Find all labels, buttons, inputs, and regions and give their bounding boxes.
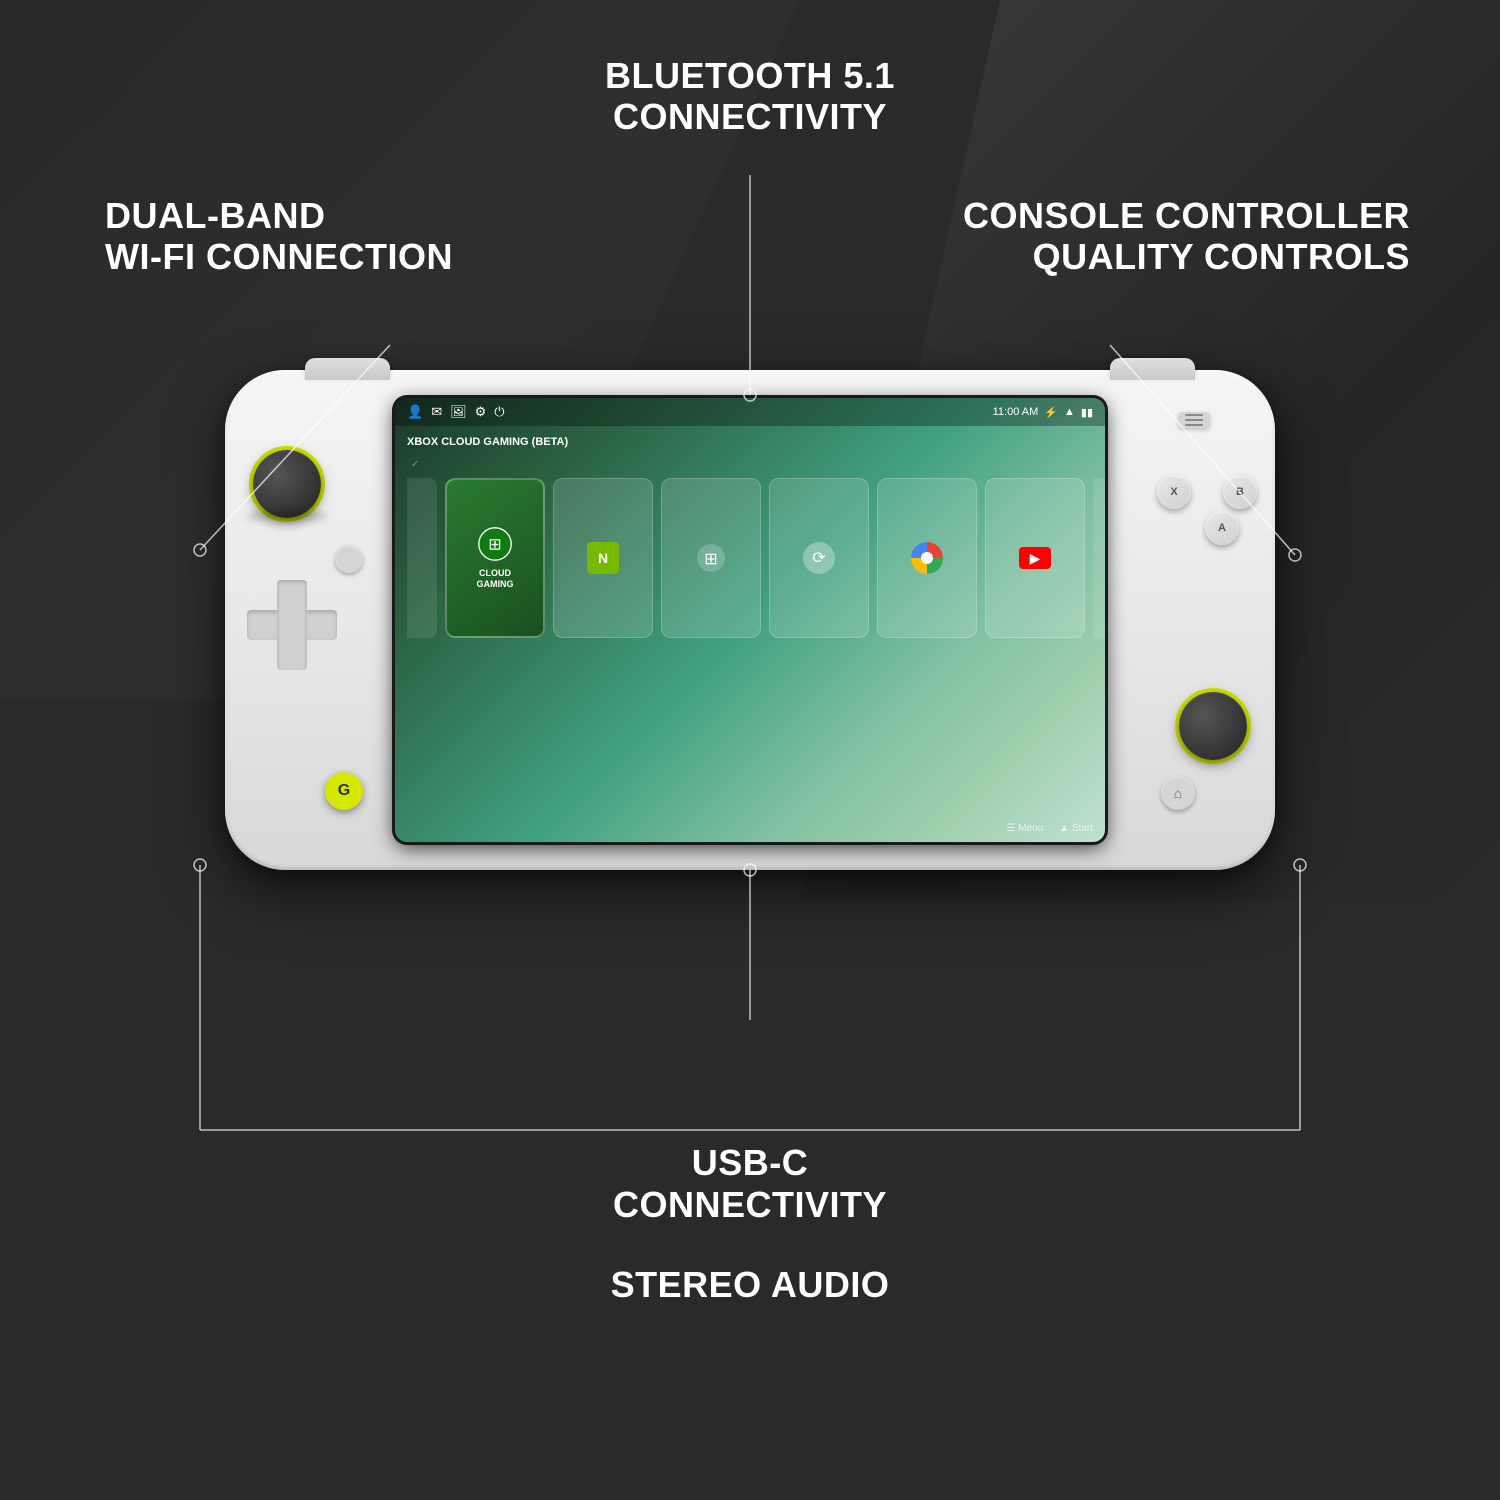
bluetooth-status-icon: ⚡	[1044, 406, 1058, 419]
mail-icon: ✉	[431, 404, 442, 420]
image-icon: 🖼	[450, 404, 467, 420]
battery-icon: ▮▮	[1081, 406, 1093, 419]
screen-bezel: 👤 ✉ 🖼 ⚙ ⏻ 11:00 AM ⚡ ▲ ▮▮ XBOX	[395, 398, 1105, 842]
app-area: XBOX CLOUD GAMING (BETA) ✓	[395, 426, 1105, 842]
bottom-action-bar: ☰ Menu ▲ Start	[1006, 823, 1093, 834]
status-bar: 👤 ✉ 🖼 ⚙ ⏻ 11:00 AM ⚡ ▲ ▮▮	[395, 398, 1105, 426]
label-stereo: STEREO AUDIO	[611, 1264, 890, 1305]
home-icon: ⌂	[1174, 785, 1182, 801]
abxy-cluster: X B A	[1157, 455, 1257, 555]
menu-action: ☰ Menu	[1006, 823, 1043, 834]
shoulder-button-left[interactable]	[305, 358, 390, 380]
nvidia-icon: N	[587, 542, 619, 574]
settings-icon: ⚙	[475, 404, 487, 420]
start-action: ▲ Start	[1059, 823, 1093, 834]
dpad[interactable]	[247, 580, 337, 670]
shoulder-button-right[interactable]	[1110, 358, 1195, 380]
youtube-icon: ▶	[1019, 547, 1051, 569]
xbox-icon: ⊞	[695, 542, 727, 574]
button-b[interactable]: B	[1223, 475, 1257, 509]
app-name-xbox-cloud: CLOUDGAMING	[477, 568, 514, 590]
label-bluetooth: BLUETOOTH 5.1 CONNECTIVITY	[605, 55, 895, 138]
dpad-vertical	[277, 580, 307, 670]
controller-body: G X B A ⌂	[225, 370, 1275, 870]
power-icon: ⏻	[494, 404, 504, 420]
app-tile-steam[interactable]: ⟳	[769, 478, 869, 638]
device: G X B A ⌂	[225, 370, 1275, 870]
steam-icon: ⟳	[803, 542, 835, 574]
status-icons-right: 11:00 AM ⚡ ▲ ▮▮	[993, 406, 1093, 419]
thumbstick-left[interactable]	[253, 450, 321, 518]
button-x[interactable]: X	[1157, 475, 1191, 509]
label-usbc: USB-C CONNECTIVITY	[613, 1142, 887, 1225]
app-tile-xbox[interactable]: ⊞	[661, 478, 761, 638]
status-icons-left: 👤 ✉ 🖼 ⚙ ⏻	[407, 404, 505, 420]
app-title: XBOX CLOUD GAMING (BETA)	[407, 436, 1093, 448]
xbox-cloud-icon: ⊞	[477, 526, 513, 562]
svg-text:⊞: ⊞	[488, 536, 502, 554]
chrome-icon	[911, 542, 943, 574]
logitech-button[interactable]: G	[325, 772, 363, 810]
app-tile-nvidia[interactable]: N	[553, 478, 653, 638]
app-tile-xbox-cloud[interactable]: ⊞ CLOUDGAMING	[445, 478, 545, 638]
partial-tile-right	[1093, 478, 1105, 638]
app-tile-chrome[interactable]	[877, 478, 977, 638]
svg-text:⊞: ⊞	[704, 551, 717, 568]
home-button[interactable]: ⌂	[1161, 776, 1195, 810]
menu-line-2	[1185, 419, 1203, 421]
checkmark-icon: ✓	[411, 459, 419, 470]
profile-icon: 👤	[407, 404, 423, 420]
label-console: CONSOLE CONTROLLER QUALITY CONTROLS	[963, 195, 1410, 278]
menu-line-1	[1185, 414, 1203, 416]
wifi-status-icon: ▲	[1064, 406, 1075, 418]
select-button[interactable]	[335, 545, 363, 573]
thumbstick-right[interactable]	[1179, 692, 1247, 760]
logitech-icon: G	[338, 782, 350, 800]
screen: 👤 ✉ 🖼 ⚙ ⏻ 11:00 AM ⚡ ▲ ▮▮ XBOX	[395, 398, 1105, 842]
app-grid: ⊞ CLOUDGAMING N ⊞	[407, 478, 1093, 638]
menu-line-3	[1185, 424, 1203, 426]
menu-button[interactable]	[1178, 412, 1210, 428]
time-display: 11:00 AM	[993, 406, 1039, 418]
label-dualband: DUAL-BAND WI-FI CONNECTION	[105, 195, 453, 278]
app-tile-youtube[interactable]: ▶	[985, 478, 1085, 638]
button-a[interactable]: A	[1205, 511, 1239, 545]
partial-tile-left	[407, 478, 437, 638]
